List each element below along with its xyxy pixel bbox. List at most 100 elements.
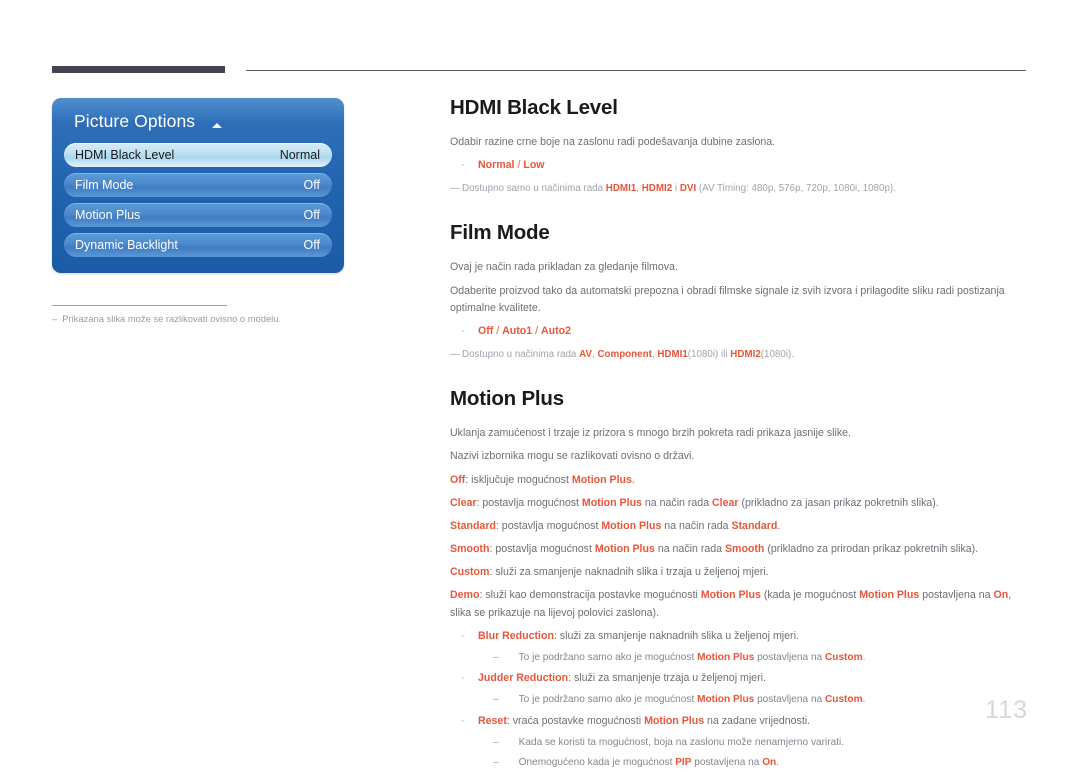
value-on: On: [993, 589, 1009, 602]
osd-row-label: HDMI Black Level: [75, 147, 175, 162]
term-motion-plus-1: Motion Plus: [700, 589, 761, 602]
mode-custom-paragraph: Custom: služi za smanjenje naknadnih sli…: [450, 564, 1028, 581]
note-tail: (AV Timing: 480p, 576p, 720p, 1080i, 108…: [696, 183, 896, 195]
section-description-1: Ovaj je način rada prikladan za gledanje…: [450, 261, 678, 274]
note-tail: (1080i).: [760, 349, 794, 361]
note-term-av: AV: [579, 349, 592, 361]
term-motion-plus: Motion Plus: [697, 651, 755, 663]
osd-row-label: Dynamic Backlight: [75, 237, 178, 252]
mode-value-clear: Clear: [712, 496, 739, 509]
mode-key-smooth: Smooth: [450, 543, 490, 556]
reset-mid: : vraća postavke mogućnosti: [506, 714, 645, 727]
bullet-judder-reduction: · Judder Reduction: služi za smanjenje t…: [450, 670, 1028, 687]
term-motion-plus: Motion Plus: [697, 694, 755, 706]
osd-title-row: Picture Options: [64, 112, 332, 143]
mode-demo-mid2: (kada je mogućnost: [760, 589, 860, 602]
subbullet-reset-2: – Onemogućeno kada je mogućnost PIP post…: [450, 755, 1028, 771]
bullet-marker: ·: [461, 672, 465, 685]
option-off: Off: [478, 324, 494, 337]
left-note: – Prikazana slika može se razlikovati ov…: [52, 313, 344, 325]
header-rule-thin: [246, 70, 1026, 71]
subbullet-text: To je podržano samo ako je mogućnost Mot…: [499, 692, 1028, 708]
mode-off-mid: : isključuje mogućnost: [465, 473, 572, 486]
blur-rest: : služi za smanjenje naknadnih slika u ž…: [553, 629, 799, 642]
bullet-blur-reduction: · Blur Reduction: služi za smanjenje nak…: [450, 628, 1028, 645]
term-motion-plus: Motion Plus: [594, 543, 655, 556]
section-motion-plus: Motion Plus Uklanja zamućenost i trzaje …: [450, 387, 1028, 771]
note-term-hdmi1: HDMI1: [657, 349, 688, 361]
option-auto2: Auto2: [541, 324, 572, 337]
bullet-reset: · Reset: vraća postavke mogućnosti Motio…: [450, 713, 1028, 730]
note-term-dvi: DVI: [679, 183, 697, 195]
availability-note-text: Dostupno u načinima rada AV, Component, …: [462, 347, 1028, 362]
subbullet-text: Kada se koristi ta mogućnost, boja na za…: [518, 736, 845, 748]
section-title: HDMI Black Level: [450, 96, 618, 119]
mode-demo-mid3: postavljena na: [919, 589, 994, 602]
mode-key-clear: Clear: [450, 496, 477, 509]
osd-row-film-mode[interactable]: Film Mode Off: [64, 172, 332, 197]
options-text: Off / Auto1 / Auto2: [478, 323, 1028, 340]
osd-row-dynamic-backlight[interactable]: Dynamic Backlight Off: [64, 232, 332, 257]
subbullet-blur-reduction: – To je podržano samo ako je mogućnost M…: [450, 650, 1028, 666]
mode-standard-end: .: [777, 519, 781, 532]
note-term-component: Component: [597, 349, 652, 361]
note-dash-marker: —: [450, 183, 460, 195]
blur-sub-mid: postavljena na: [754, 651, 825, 663]
mode-clear-end: (prikladno za jasan prikaz pokretnih sli…: [738, 496, 939, 509]
subbullet-reset-1: – Kada se koristi ta mogućnost, boja na …: [450, 735, 1028, 751]
mode-key-standard: Standard: [450, 519, 496, 532]
mode-value-smooth: Smooth: [724, 543, 765, 556]
caret-up-icon[interactable]: [212, 122, 223, 128]
mode-key-demo: Demo: [450, 589, 480, 602]
mode-clear-mid2: na način rada: [641, 496, 713, 509]
section-hdmi-black-level: HDMI Black Level Odabir razine crne boje…: [450, 96, 1028, 196]
osd-row-hdmi-black-level[interactable]: HDMI Black Level Normal: [64, 142, 332, 167]
subbullet-text: Onemogućeno kada je mogućnost PIP postav…: [499, 755, 1028, 771]
option-low: Low: [523, 159, 545, 172]
mode-key-custom: Custom: [450, 566, 490, 579]
section-title: Motion Plus: [450, 387, 564, 411]
mode-value-standard: Standard: [731, 519, 778, 532]
mode-off-end: .: [631, 473, 635, 486]
availability-note: — Dostupno samo u načinima rada HDMI1, H…: [450, 181, 1028, 196]
note-term-hdmi2: HDMI2: [730, 349, 761, 361]
availability-note: — Dostupno u načinima rada AV, Component…: [450, 347, 1028, 362]
judder-sub-end: .: [862, 694, 866, 706]
osd-picture-options-panel: Picture Options HDMI Black Level Normal …: [52, 98, 344, 273]
mode-off-paragraph: Off: isključuje mogućnost Motion Plus.: [450, 472, 1028, 489]
note-prefix: Dostupno u načinima rada: [462, 349, 580, 361]
note-prefix: Dostupno samo u načinima rada: [462, 183, 606, 195]
option-separator-1: /: [493, 324, 503, 337]
term-motion-plus: Motion Plus: [581, 496, 642, 509]
left-column: Picture Options HDMI Black Level Normal …: [52, 98, 344, 325]
page-number: 113: [985, 696, 1028, 724]
subbullet-judder-reduction: – To je podržano samo ako je mogućnost M…: [450, 692, 1028, 708]
section-description-2: Nazivi izbornika mogu se razlikovati ovi…: [450, 450, 695, 463]
section-description-2: Odaberite proizvod tako da automatski pr…: [450, 284, 1005, 314]
note-comma-2: i: [672, 183, 680, 195]
section-description: Odabir razine crne boje na zaslonu radi …: [450, 136, 776, 148]
options-bullet: · Off / Auto1 / Auto2: [450, 323, 1028, 340]
term-motion-plus: Motion Plus: [601, 519, 662, 532]
osd-row-motion-plus[interactable]: Motion Plus Off: [64, 202, 332, 227]
osd-row-value: Off: [303, 177, 320, 192]
dash-marker: –: [493, 651, 499, 663]
bullet-marker: ·: [461, 324, 465, 337]
osd-row-value: Off: [303, 237, 320, 252]
options-bullet: · Normal / Low: [450, 157, 1028, 174]
bullet-text: Judder Reduction: služi za smanjenje trz…: [478, 670, 1028, 687]
note-dash-marker: —: [450, 349, 460, 361]
judder-rest: : služi za smanjenje trzaja u željenoj m…: [568, 672, 766, 685]
osd-row-value: Off: [303, 207, 320, 222]
option-normal: Normal: [478, 159, 515, 172]
subbullet-text: To je podržano samo ako je mogućnost Mot…: [499, 650, 1028, 666]
dash-marker: –: [493, 736, 499, 748]
mode-key-off: Off: [450, 473, 466, 486]
mode-clear-mid: : postavlja mogućnost: [476, 496, 582, 509]
options-text: Normal / Low: [478, 157, 1028, 174]
section-title: Film Mode: [450, 221, 550, 245]
bullet-marker: ·: [461, 159, 465, 172]
key-blur-reduction: Blur Reduction: [478, 629, 554, 642]
bullet-marker: ·: [461, 629, 465, 642]
judder-sub-prefix: To je podržano samo ako je mogućnost: [518, 694, 698, 706]
